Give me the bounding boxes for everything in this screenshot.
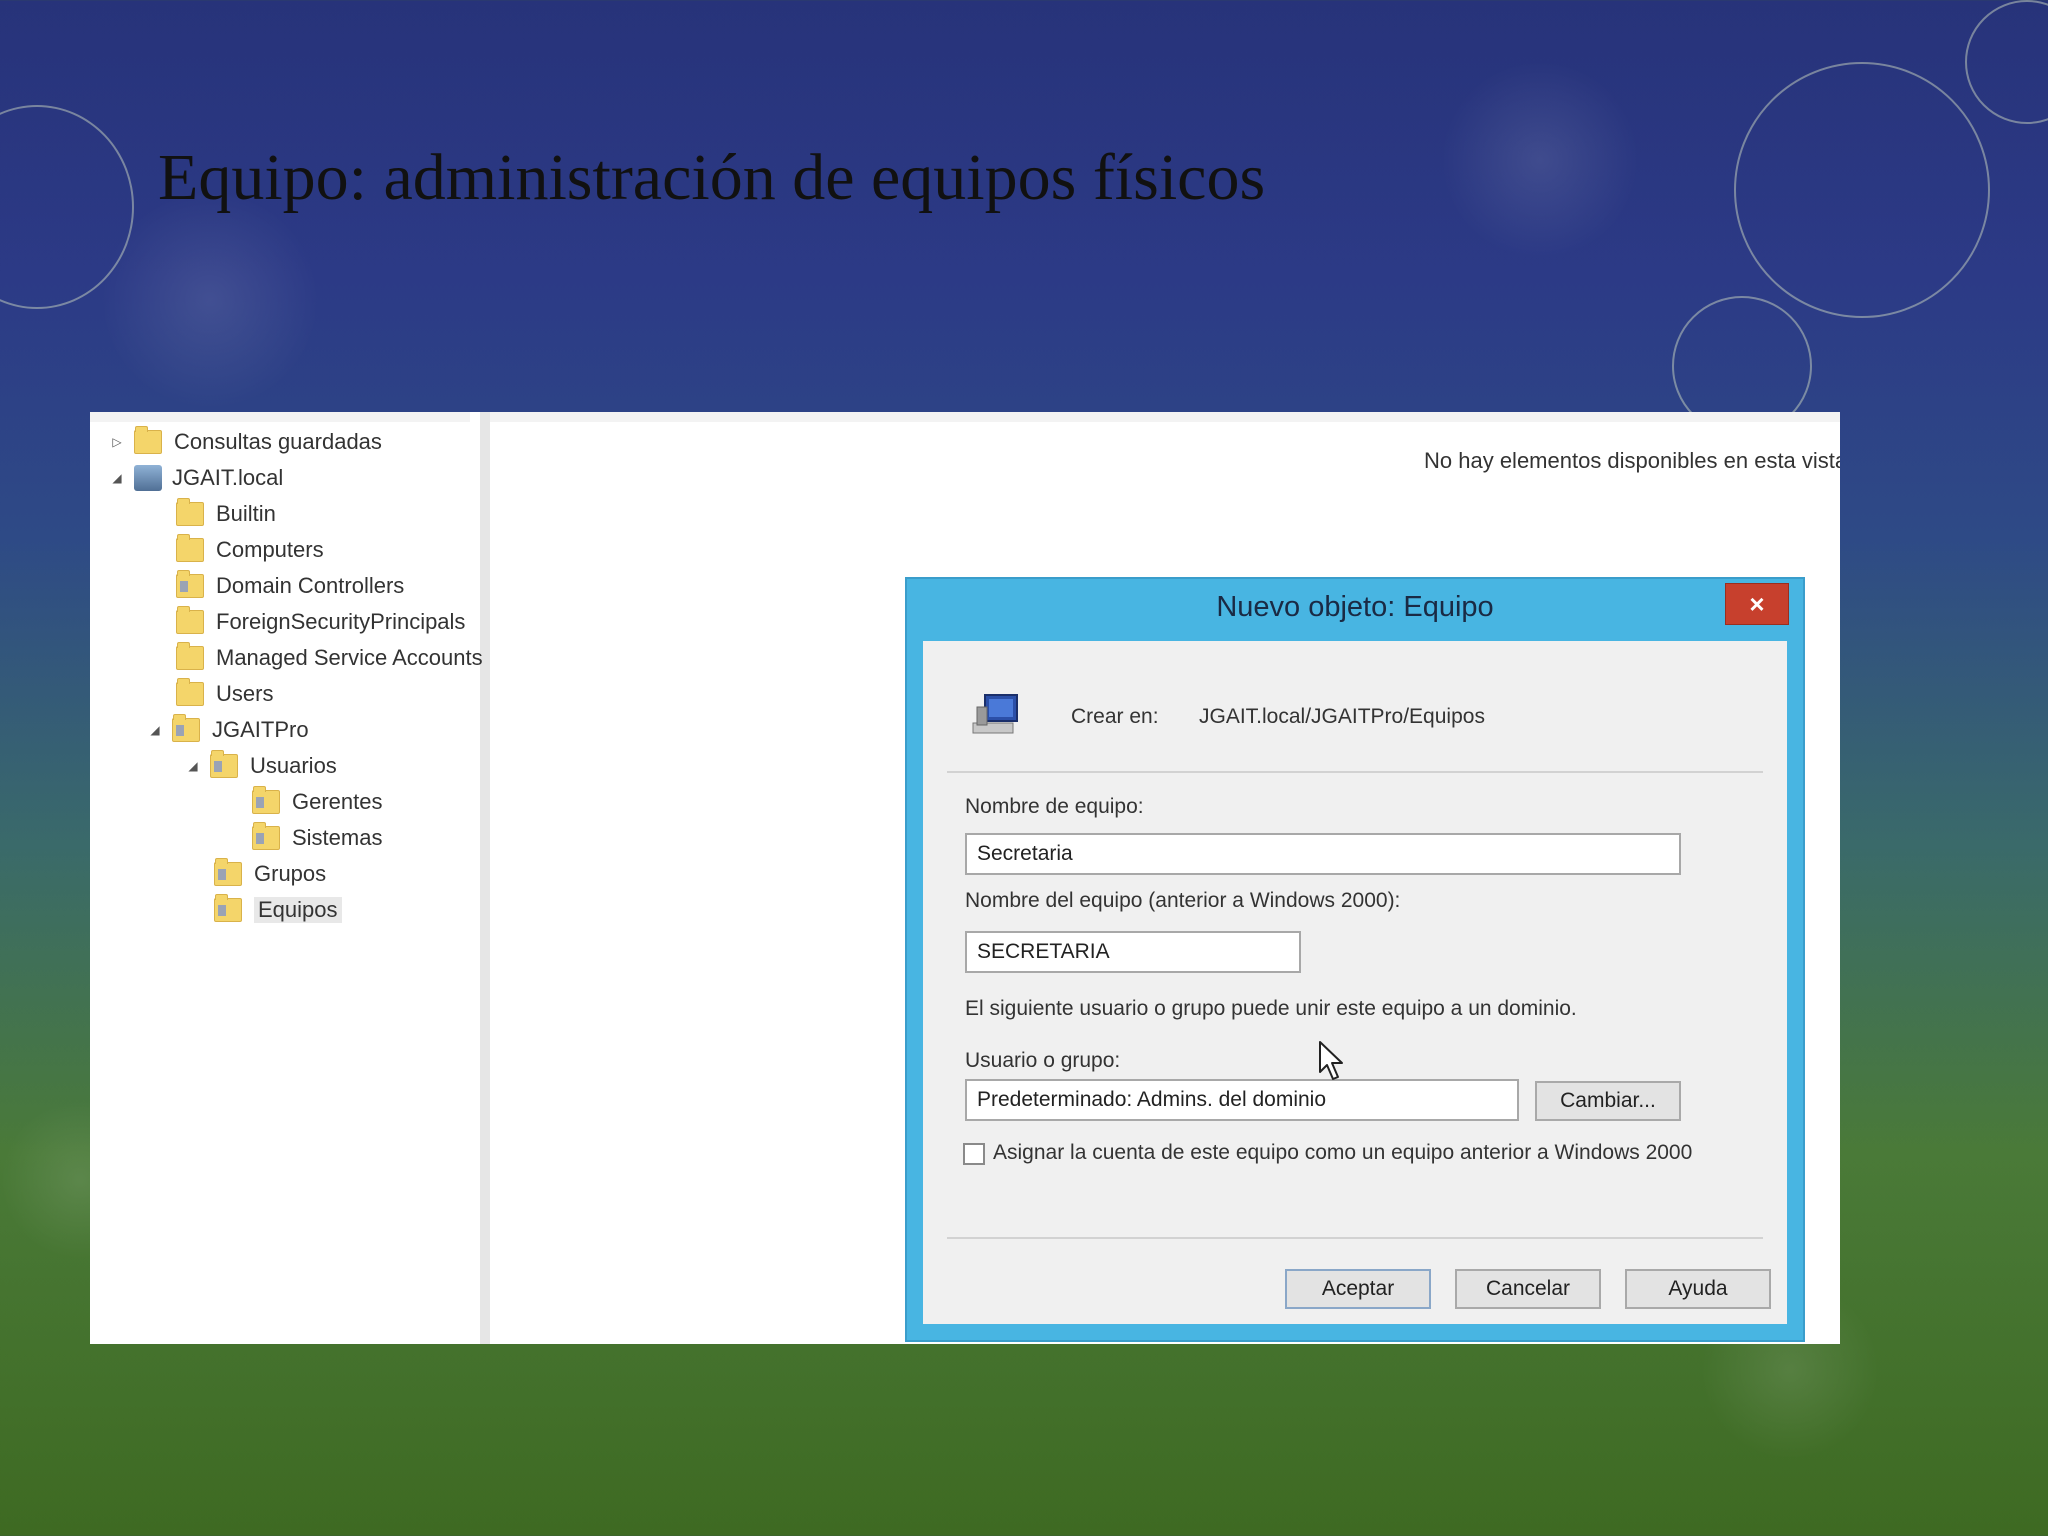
tree-item-label: Equipos — [254, 897, 342, 923]
tree-item-sistemas[interactable]: Sistemas — [252, 821, 382, 855]
collapse-arrow-icon[interactable]: ◢ — [148, 723, 162, 737]
tree-item-gerentes[interactable]: Gerentes — [252, 785, 383, 819]
folder-icon — [176, 498, 204, 526]
cambiar-button[interactable]: Cambiar... — [1535, 1081, 1681, 1121]
tree-item-grupos[interactable]: Grupos — [214, 857, 326, 891]
pre2000-checkbox[interactable] — [963, 1143, 985, 1165]
usuario-grupo-input[interactable]: Predeterminado: Admins. del dominio — [965, 1079, 1519, 1121]
decor-bubble — [1734, 62, 1990, 318]
decor-bubble — [1440, 60, 1640, 260]
mouse-pointer-icon — [1319, 1041, 1343, 1080]
ou-folder-icon — [210, 750, 238, 778]
nombre-pre2000-input[interactable]: SECRETARIA — [965, 931, 1301, 973]
folder-icon — [176, 534, 204, 562]
nombre-equipo-input[interactable]: Secretaria — [965, 833, 1681, 875]
list-header — [490, 412, 1840, 422]
tree-item-computers[interactable]: Computers — [176, 533, 324, 567]
usuario-grupo-label: Usuario o grupo: — [965, 1049, 1121, 1072]
cancelar-button[interactable]: Cancelar — [1455, 1269, 1601, 1309]
close-button[interactable]: × — [1725, 583, 1789, 625]
ou-folder-icon — [172, 714, 200, 742]
folder-icon — [134, 426, 162, 454]
folder-icon — [176, 642, 204, 670]
divider — [947, 771, 1763, 773]
ayuda-button[interactable]: Ayuda — [1625, 1269, 1771, 1309]
dialog-title: Nuevo objeto: Equipo — [1216, 591, 1494, 623]
folder-icon — [176, 606, 204, 634]
empty-list-message: No hay elementos disponibles en esta vis… — [1424, 448, 1840, 473]
tree-item-domain[interactable]: ◢ JGAIT.local — [110, 461, 283, 495]
tree-item-label: Builtin — [216, 501, 276, 526]
collapse-arrow-icon[interactable]: ◢ — [110, 471, 124, 485]
domain-icon — [134, 465, 162, 491]
dialog-body: Crear en: JGAIT.local/JGAITPro/Equipos N… — [923, 641, 1787, 1324]
tree-item-label: Managed Service Accounts — [216, 645, 483, 670]
nombre-equipo-label: Nombre de equipo: — [965, 795, 1144, 818]
ou-folder-icon — [252, 822, 280, 850]
ou-folder-icon — [214, 858, 242, 886]
tree-item-consultas[interactable]: ▷ Consultas guardadas — [110, 425, 382, 459]
ou-folder-icon — [214, 894, 242, 922]
expand-arrow-icon[interactable]: ▷ — [110, 435, 124, 449]
nombre-pre2000-label: Nombre del equipo (anterior a Windows 20… — [965, 889, 1401, 912]
collapse-arrow-icon[interactable]: ◢ — [186, 759, 200, 773]
tree-item-foreign-security[interactable]: ForeignSecurityPrincipals — [176, 605, 465, 639]
tree-item-label: JGAIT.local — [172, 465, 284, 490]
computer-icon — [972, 694, 1018, 734]
tree-item-label: Consultas guardadas — [174, 429, 382, 454]
divider — [947, 1237, 1763, 1239]
tree-item-jgaitpro[interactable]: ◢ JGAITPro — [148, 713, 309, 747]
join-info-text: El siguiente usuario o grupo puede unir … — [965, 997, 1577, 1020]
tree-item-label: Grupos — [254, 861, 327, 886]
tree-item-domain-controllers[interactable]: Domain Controllers — [176, 569, 404, 603]
tree-item-users[interactable]: Users — [176, 677, 273, 711]
folder-icon — [176, 678, 204, 706]
tree-item-label: JGAITPro — [212, 717, 309, 742]
aceptar-button[interactable]: Aceptar — [1285, 1269, 1431, 1309]
crear-en-label: Crear en: — [1071, 705, 1159, 728]
tree-item-label: ForeignSecurityPrincipals — [216, 609, 466, 634]
crear-en-path: JGAIT.local/JGAITPro/Equipos — [1199, 705, 1485, 728]
tree-item-label: Users — [216, 681, 274, 706]
ou-folder-icon — [176, 570, 204, 598]
new-computer-dialog: Nuevo objeto: Equipo × Crear en: JGAIT.l… — [905, 577, 1805, 1342]
pre2000-checkbox-label: Asignar la cuenta de este equipo como un… — [993, 1141, 1693, 1164]
tree-item-label: Domain Controllers — [216, 573, 405, 598]
tree-item-equipos[interactable]: Equipos — [214, 893, 342, 927]
tree-item-label: Sistemas — [292, 825, 383, 850]
tree-item-label: Computers — [216, 537, 324, 562]
tree-header — [90, 412, 470, 422]
tree-item-label: Gerentes — [292, 789, 383, 814]
tree-item-label: Usuarios — [250, 753, 337, 778]
ou-folder-icon — [252, 786, 280, 814]
tree-pane: ▷ Consultas guardadas ◢ JGAIT.local Buil… — [90, 412, 490, 1344]
tree-item-builtin[interactable]: Builtin — [176, 497, 276, 531]
tree-item-managed-service[interactable]: Managed Service Accounts — [176, 641, 483, 675]
decor-bubble — [1965, 0, 2048, 124]
slide-title: Equipo: administración de equipos físico… — [158, 141, 1266, 214]
decor-bubble — [100, 190, 320, 410]
tree-item-usuarios[interactable]: ◢ Usuarios — [186, 749, 337, 783]
